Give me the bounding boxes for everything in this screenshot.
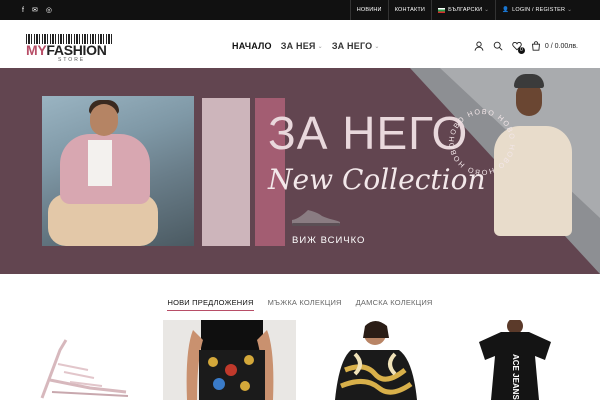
wishlist-count-badge: 0 bbox=[517, 47, 525, 54]
hero-banner[interactable]: ЗА НЕГО New Collection ВИЖ ВСИЧКО НОВО Н… bbox=[0, 68, 600, 274]
mail-icon[interactable]: ✉ bbox=[32, 6, 38, 14]
main-header: MYFASHION STORE НАЧАЛО ЗА НЕЯ ⌄ ЗА НЕГО ⌄ … bbox=[0, 20, 600, 68]
nav-home[interactable]: НАЧАЛО bbox=[232, 41, 272, 51]
chevron-down-icon: ⌄ bbox=[567, 7, 572, 13]
cart-total: 0 / 0.00лв. bbox=[544, 42, 578, 50]
site-logo[interactable]: MYFASHION STORE bbox=[26, 32, 116, 63]
product-tabs: НОВИ ПРЕДЛОЖЕНИЯ МЪЖКА КОЛЕКЦИЯ ДАМСКА К… bbox=[0, 298, 600, 311]
baroque-print-shirt-image bbox=[335, 321, 417, 400]
tab-mens-collection[interactable]: МЪЖКА КОЛЕКЦИЯ bbox=[268, 298, 342, 311]
bulgarian-flag-icon bbox=[438, 7, 446, 13]
top-bar: f ✉ ◎ НОВИНИ КОНТАКТИ БЪЛГАРСКИ ⌄ 👤 LOGI… bbox=[0, 0, 600, 20]
top-links: НОВИНИ КОНТАКТИ БЪЛГАРСКИ ⌄ 👤 LOGIN / RE… bbox=[349, 0, 578, 20]
svg-text:НОВО НОВО НОВО НОВО НОВО НОВО: НОВО НОВО НОВО НОВО НОВО НОВО bbox=[447, 107, 517, 177]
svg-text:ACE JEANS: ACE JEANS bbox=[511, 354, 520, 400]
wishlist-icon[interactable]: 0 bbox=[512, 41, 525, 54]
language-label: БЪЛГАРСКИ bbox=[448, 7, 483, 13]
login-label: LOGIN / REGISTER bbox=[512, 7, 566, 13]
product-card[interactable]: ACE JEANS bbox=[455, 320, 573, 400]
news-link[interactable]: НОВИНИ bbox=[349, 0, 388, 20]
language-selector[interactable]: БЪЛГАРСКИ ⌄ bbox=[431, 0, 495, 20]
logo-store-label: STORE bbox=[58, 57, 86, 63]
account-icon[interactable] bbox=[474, 41, 484, 51]
nav-for-him[interactable]: ЗА НЕГО ⌄ bbox=[332, 41, 380, 51]
product-card[interactable] bbox=[305, 320, 440, 400]
printed-skirt-image bbox=[186, 320, 274, 400]
product-card[interactable] bbox=[163, 320, 296, 400]
login-register-link[interactable]: 👤 LOGIN / REGISTER ⌄ bbox=[495, 0, 578, 20]
decor-block-light bbox=[202, 98, 250, 246]
chevron-down-icon: ⌄ bbox=[317, 43, 323, 50]
tab-new-offers[interactable]: НОВИ ПРЕДЛОЖЕНИЯ bbox=[167, 298, 254, 311]
facebook-icon[interactable]: f bbox=[22, 7, 24, 14]
user-icon: 👤 bbox=[502, 7, 510, 13]
main-nav: НАЧАЛО ЗА НЕЯ ⌄ ЗА НЕГО ⌄ bbox=[232, 41, 380, 51]
chevron-down-icon: ⌄ bbox=[374, 43, 380, 50]
jeans-dress-image: ACE JEANS bbox=[479, 320, 551, 400]
view-all-link[interactable]: ВИЖ ВСИЧКО bbox=[292, 235, 365, 246]
new-circle-badge: НОВО НОВО НОВО НОВО НОВО НОВО bbox=[447, 107, 517, 177]
social-links: f ✉ ◎ bbox=[22, 0, 52, 20]
hero-title: ЗА НЕГО bbox=[268, 107, 469, 159]
nav-for-her[interactable]: ЗА НЕЯ ⌄ bbox=[281, 41, 323, 51]
cart-button[interactable]: 0 / 0.00лв. bbox=[531, 41, 578, 51]
sandal-image bbox=[40, 339, 129, 399]
product-card[interactable] bbox=[30, 320, 150, 400]
hero-model-photo-left bbox=[42, 96, 194, 246]
product-grid: ACE JEANS bbox=[0, 320, 600, 400]
chevron-down-icon: ⌄ bbox=[484, 7, 490, 13]
search-icon[interactable] bbox=[493, 41, 503, 51]
cart-icon bbox=[531, 41, 541, 51]
contacts-link[interactable]: КОНТАКТИ bbox=[387, 0, 431, 20]
shoe-image bbox=[292, 210, 340, 226]
header-tools: 0 0 / 0.00лв. bbox=[474, 36, 578, 56]
instagram-icon[interactable]: ◎ bbox=[46, 6, 52, 14]
logo-wordmark: MYFASHION bbox=[26, 42, 107, 58]
tab-womens-collection[interactable]: ДАМСКА КОЛЕКЦИЯ bbox=[356, 298, 433, 311]
